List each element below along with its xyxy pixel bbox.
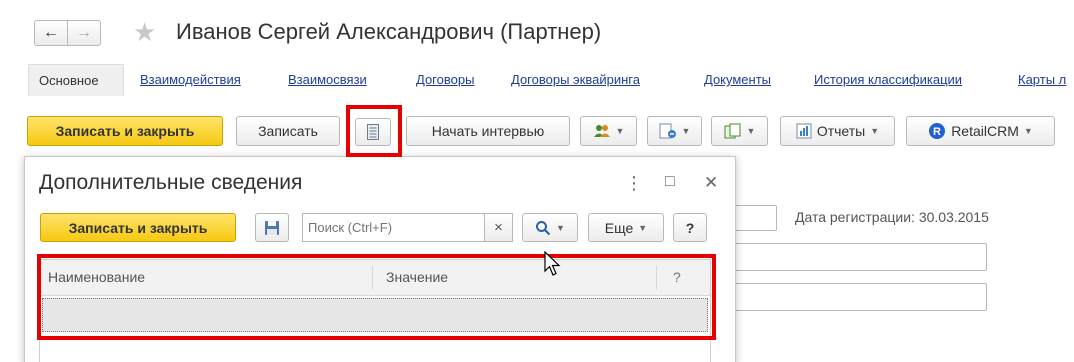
table-row[interactable] [42, 298, 708, 332]
tab-classification-history[interactable]: История классификации [814, 72, 962, 87]
search-icon [536, 220, 551, 235]
properties-table: Наименование Значение ? [39, 259, 711, 362]
column-divider [656, 266, 657, 290]
more-vertical-icon[interactable]: ⋮ [625, 173, 643, 194]
report-icon [796, 123, 812, 139]
registration-date: Дата регистрации: 30.03.2015 [795, 209, 989, 225]
svg-text:R: R [933, 126, 941, 138]
arrow-right-icon: → [76, 24, 92, 41]
maximize-icon[interactable]: □ [665, 173, 675, 191]
save-and-close-button[interactable]: Записать и закрыть [27, 116, 223, 146]
mouse-cursor-icon [544, 251, 561, 276]
arrow-left-icon: ← [43, 24, 59, 41]
additional-info-button[interactable] [355, 118, 391, 146]
dialog-title: Дополнительные сведения [39, 171, 303, 194]
reports-button[interactable]: Отчеты ▼ [780, 116, 895, 146]
tab-contracts[interactable]: Договоры [416, 72, 474, 87]
retailcrm-label: RetailCRM [951, 123, 1019, 139]
search-input[interactable] [302, 213, 485, 242]
search-button[interactable]: ▼ [522, 213, 578, 242]
window-title: Иванов Сергей Александрович (Партнер) [176, 19, 602, 44]
chevron-down-icon: ▼ [615, 126, 625, 136]
tab-main[interactable]: Основное [28, 64, 124, 96]
save-button[interactable]: Записать [236, 116, 340, 146]
clear-search-button[interactable]: × [484, 213, 513, 242]
app-window: ← → ★ Иванов Сергей Александрович (Партн… [0, 0, 1074, 362]
column-divider [372, 266, 373, 290]
favorite-star-icon[interactable]: ★ [133, 18, 156, 46]
forward-button[interactable]: → [67, 20, 101, 46]
tab-acquiring-contracts[interactable]: Договоры эквайринга [511, 72, 640, 87]
tab-label: Основное [39, 73, 99, 88]
column-header-name[interactable]: Наименование [48, 269, 145, 285]
chevron-down-icon: ▼ [681, 126, 691, 136]
help-button[interactable]: ? [673, 213, 707, 242]
tab-cards[interactable]: Карты л [1018, 72, 1066, 87]
document-create-icon [659, 123, 676, 139]
document-list-icon [367, 124, 379, 140]
users-menu-button[interactable]: ▼ [580, 116, 637, 146]
floppy-disk-icon [265, 220, 279, 235]
dialog-save-button[interactable] [255, 213, 289, 242]
reports-label: Отчеты [816, 123, 866, 139]
additional-info-dialog: Дополнительные сведения ⋮ □ ✕ Записать и… [24, 156, 736, 362]
chevron-down-icon: ▼ [638, 222, 648, 233]
retailcrm-icon: R [929, 123, 946, 139]
close-icon[interactable]: ✕ [704, 173, 718, 193]
table-header: Наименование Значение ? [40, 260, 710, 296]
tab-documents[interactable]: Документы [704, 72, 771, 87]
chevron-down-icon: ▼ [870, 126, 880, 136]
tab-interactions[interactable]: Взаимодействия [140, 72, 241, 87]
create-based-on-button[interactable]: ▼ [647, 116, 702, 146]
background-field[interactable] [735, 243, 987, 271]
chevron-down-icon: ▼ [556, 222, 565, 233]
table-row[interactable] [40, 336, 710, 362]
retailcrm-button[interactable]: R RetailCRM ▼ [906, 116, 1055, 146]
chevron-down-icon: ▼ [746, 126, 756, 136]
background-field[interactable] [735, 283, 987, 311]
column-header-help[interactable]: ? [673, 269, 681, 285]
back-button[interactable]: ← [34, 20, 68, 46]
background-field[interactable] [735, 205, 777, 231]
start-interview-button[interactable]: Начать интервью [406, 116, 570, 146]
tab-relations[interactable]: Взаимосвязи [288, 72, 367, 87]
users-icon [593, 125, 610, 137]
related-documents-button[interactable]: ▼ [711, 116, 768, 146]
chevron-down-icon: ▼ [1023, 126, 1033, 136]
documents-green-icon [724, 123, 741, 139]
more-actions-label: Еще [604, 219, 634, 236]
more-actions-button[interactable]: Еще ▼ [588, 213, 664, 242]
dialog-save-and-close-button[interactable]: Записать и закрыть [40, 213, 236, 242]
column-header-value[interactable]: Значение [386, 269, 448, 285]
